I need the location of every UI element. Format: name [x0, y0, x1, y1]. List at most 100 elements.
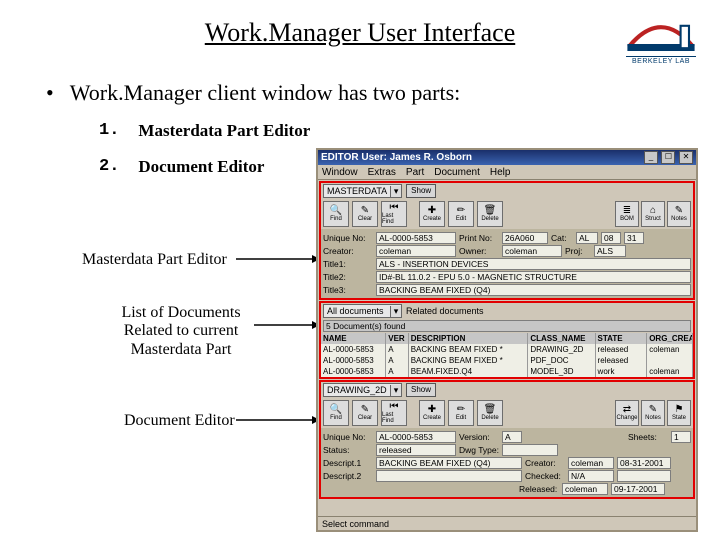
doc-clear-button[interactable]: ✎Clear — [352, 400, 378, 426]
swap-icon: ⇄ — [623, 405, 631, 415]
menu-help[interactable]: Help — [490, 167, 511, 178]
status-label: Status: — [323, 445, 373, 455]
doc-creator-date[interactable]: 08-31-2001 — [617, 457, 671, 469]
arrow-doclist-icon — [254, 320, 320, 330]
title3-field[interactable]: BACKING BEAM FIXED (Q4) — [376, 284, 691, 296]
desc1-label: Descript.1 — [323, 458, 373, 468]
edit-button[interactable]: ✏Edit — [448, 201, 474, 227]
lastfind-button[interactable]: ⏮Last Find — [381, 201, 407, 227]
doc-creator-field[interactable]: coleman — [568, 457, 614, 469]
trash-icon: 🗑 — [484, 206, 497, 216]
doc-show-button[interactable]: Show — [406, 383, 436, 397]
chevron-down-icon: ▾ — [390, 306, 401, 317]
checked-date[interactable] — [617, 470, 671, 482]
released-field[interactable]: coleman — [562, 483, 608, 495]
titlebar-caption: EDITOR User: James R. Osborn — [321, 152, 643, 163]
doc-form: Unique No: AL-0000-5853 Version: A Sheet… — [321, 428, 693, 497]
menu-part[interactable]: Part — [406, 167, 424, 178]
cat-label: Cat: — [551, 233, 573, 243]
find-button[interactable]: 🔍Find — [323, 201, 349, 227]
bullet-parts: • Work.Manager client window has two par… — [46, 80, 460, 106]
doc-mode-combo[interactable]: DRAWING_2D▾ — [323, 383, 402, 397]
masterdata-show-button[interactable]: Show — [406, 184, 436, 198]
change-button[interactable]: ⇄Change — [615, 400, 639, 426]
menu-bar: Window Extras Part Document Help — [318, 165, 696, 180]
checked-label: Checked: — [525, 471, 565, 481]
status-field[interactable]: released — [376, 444, 456, 456]
title3-label: Title3: — [323, 285, 373, 295]
flag-icon: ⚑ — [675, 405, 684, 415]
masterdata-mode-combo[interactable]: MASTERDATA▾ — [323, 184, 402, 198]
doc-lastfind-button[interactable]: ⏮Last Find — [381, 400, 407, 426]
sheets-field[interactable]: 1 — [671, 431, 691, 443]
logo-caption: BERKELEY LAB — [626, 56, 696, 65]
titlebar[interactable]: EDITOR User: James R. Osborn _ ☐ ✕ — [318, 150, 696, 165]
doc-find-button[interactable]: 🔍Find — [323, 400, 349, 426]
doc-notes-button[interactable]: ✎Notes — [641, 400, 665, 426]
unique-no-field[interactable]: AL-0000-5853 — [376, 232, 456, 244]
menu-document[interactable]: Document — [434, 167, 480, 178]
title1-label: Title1: — [323, 259, 373, 269]
creator-label: Creator: — [323, 246, 373, 256]
state-button[interactable]: ⚑State — [667, 400, 691, 426]
masterdata-toolbar: 🔍Find ✎Clear ⏮Last Find ✚Create ✏Edit 🗑D… — [321, 199, 693, 229]
doclist-scope-combo[interactable]: All documents▾ — [323, 304, 402, 318]
print-no-field[interactable]: 26A060 — [502, 232, 548, 244]
version-field[interactable]: A — [502, 431, 522, 443]
minimize-button[interactable]: _ — [644, 151, 658, 164]
doc-delete-button[interactable]: 🗑Delete — [477, 400, 503, 426]
arrow-doc-icon — [236, 415, 320, 425]
clear-button[interactable]: ✎Clear — [352, 201, 378, 227]
related-docs-label: Related documents — [406, 306, 484, 316]
doc-edit-button[interactable]: ✏Edit — [448, 400, 474, 426]
creator-field[interactable]: coleman — [376, 245, 456, 257]
create-button[interactable]: ✚Create — [419, 201, 445, 227]
dwgtype-label: Dwg Type: — [459, 445, 499, 455]
slide-title: Work.Manager User Interface — [0, 18, 720, 48]
notes-button[interactable]: ✎Notes — [667, 201, 691, 227]
sheets-label: Sheets: — [628, 432, 668, 442]
title1-field[interactable]: ALS - INSERTION DEVICES — [376, 258, 691, 270]
previous-icon: ⏮ — [390, 402, 399, 412]
title2-field[interactable]: ID#-BL 11.0.2 - EPU 5.0 - MAGNETIC STRUC… — [376, 271, 691, 283]
notes-icon: ✎ — [649, 405, 657, 415]
owner-label: Owner: — [459, 246, 499, 256]
cat-v31-field[interactable]: 31 — [624, 232, 644, 244]
dwgtype-field[interactable] — [502, 444, 558, 456]
table-row[interactable]: AL-0000-5853ABACKING BEAM FIXED *DRAWING… — [321, 344, 693, 355]
desc2-field[interactable] — [376, 470, 522, 482]
delete-button[interactable]: 🗑Delete — [477, 201, 503, 227]
arrow-masterdata-icon — [236, 254, 320, 264]
menu-extras[interactable]: Extras — [368, 167, 396, 178]
bom-button[interactable]: ≣BOM — [615, 201, 639, 227]
doc-unique-no-field[interactable]: AL-0000-5853 — [376, 431, 456, 443]
parts-list: 1.Masterdata Part Editor 2.Document Edit… — [96, 112, 313, 187]
document-editor-section: DRAWING_2D▾ Show 🔍Find ✎Clear ⏮Last Find… — [319, 380, 695, 499]
trash-icon: 🗑 — [484, 405, 497, 415]
doc-create-button[interactable]: ✚Create — [419, 400, 445, 426]
cat-v08-field[interactable]: 08 — [601, 232, 621, 244]
close-button[interactable]: ✕ — [679, 151, 693, 164]
checked-field[interactable]: N/A — [568, 470, 614, 482]
proj-field[interactable]: ALS — [594, 245, 626, 257]
table-row[interactable]: AL-0000-5853ABEAM.FIXED.Q4MODEL_3Dworkco… — [321, 366, 693, 377]
released-label: Released: — [519, 484, 559, 494]
released-date[interactable]: 09-17-2001 — [611, 483, 665, 495]
cat-field[interactable]: AL — [576, 232, 598, 244]
maximize-button[interactable]: ☐ — [661, 151, 675, 164]
table-row[interactable]: AL-0000-5853ABACKING BEAM FIXED *PDF_DOC… — [321, 355, 693, 366]
list-icon: ≣ — [623, 206, 631, 216]
chevron-down-icon: ▾ — [390, 186, 401, 197]
desc1-field[interactable]: BACKING BEAM FIXED (Q4) — [376, 457, 522, 469]
pencil-icon: ✏ — [457, 206, 465, 216]
editor-window: EDITOR User: James R. Osborn _ ☐ ✕ Windo… — [316, 148, 698, 532]
version-label: Version: — [459, 432, 499, 442]
masterdata-form: Unique No: AL-0000-5853 Print No: 26A060… — [321, 229, 693, 298]
struct-button[interactable]: ⌂Struct — [641, 201, 665, 227]
docs-found-label: 5 Document(s) found — [323, 320, 691, 332]
search-icon: 🔍 — [330, 206, 342, 216]
doclist-header: NAME VER DESCRIPTION CLASS_NAME STATE OR… — [321, 333, 693, 344]
owner-field[interactable]: coleman — [502, 245, 562, 257]
menu-window[interactable]: Window — [322, 167, 358, 178]
previous-icon: ⏮ — [390, 203, 399, 213]
